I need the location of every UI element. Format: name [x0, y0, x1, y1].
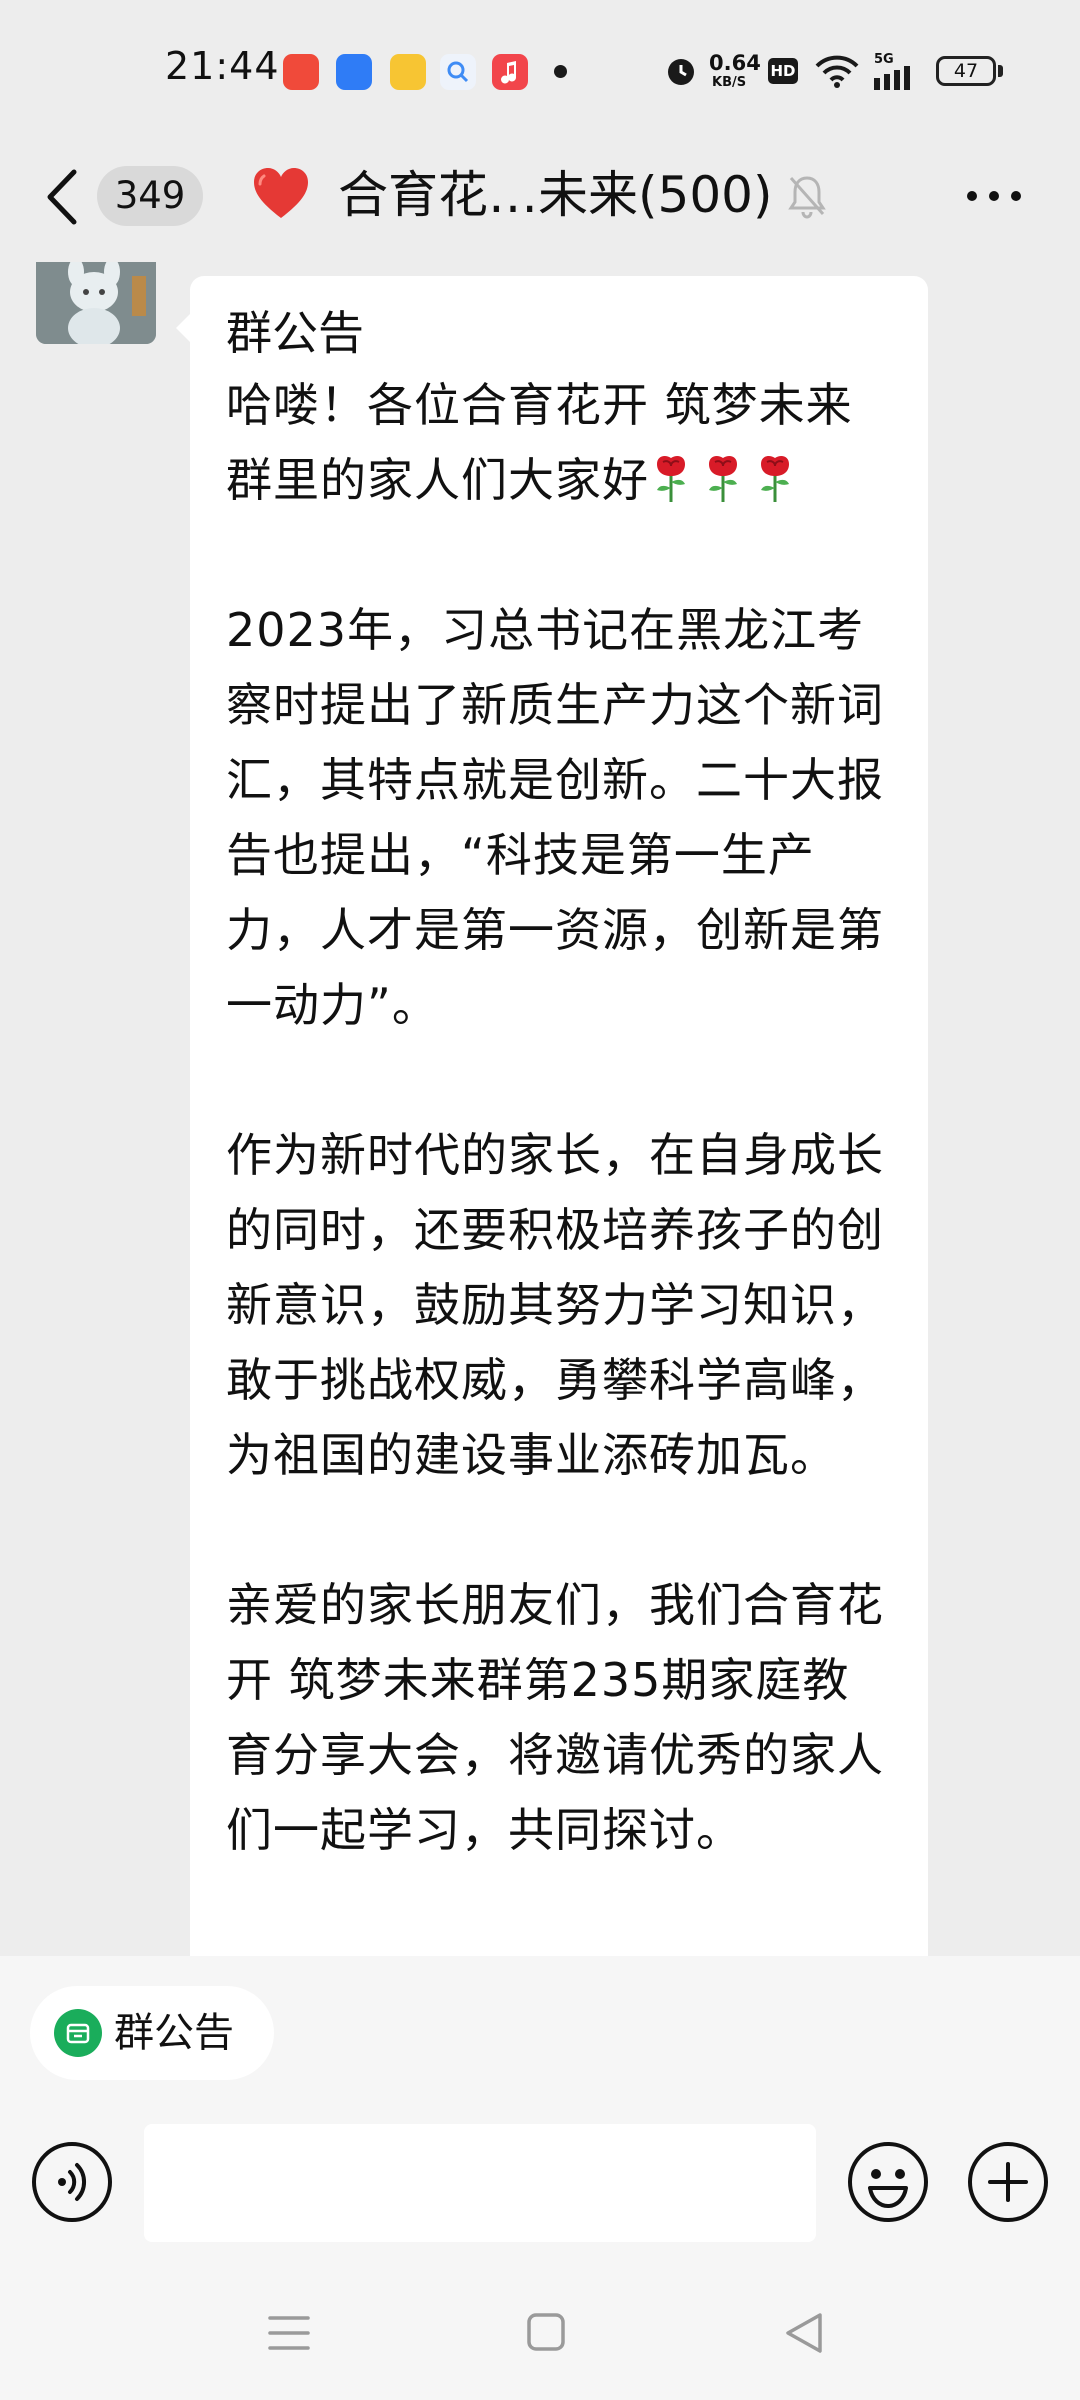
signal-icon	[874, 66, 910, 90]
message-title: 群公告	[226, 306, 364, 360]
avatar[interactable]	[36, 262, 156, 344]
back-arrow-icon[interactable]	[42, 166, 82, 228]
message-paragraph: 2023年，习总书记在黑龙江考察时提出了新质生产力这个新词汇，其特点就是创新。二…	[226, 603, 884, 1032]
status-time: 21:44	[165, 44, 280, 88]
status-bar: 21:44 0.64 KB/S HD 5G 47	[0, 0, 1080, 140]
plus-icon[interactable]	[966, 2140, 1050, 2224]
app-icon-search	[440, 54, 476, 90]
group-notice-chip[interactable]: 群公告	[30, 1986, 274, 2080]
more-dots-icon[interactable]	[964, 178, 1024, 214]
rose-icons	[649, 453, 805, 507]
bubble-tail	[176, 314, 190, 342]
app-icon-red	[283, 54, 319, 90]
notice-chip-label: 群公告	[114, 2010, 234, 2056]
unread-count-badge[interactable]: 349	[97, 166, 203, 226]
wifi-icon	[815, 55, 859, 88]
rose-icon	[761, 456, 789, 502]
hd-badge: HD	[768, 58, 798, 84]
menu-icon[interactable]	[266, 2312, 312, 2354]
message-input[interactable]	[144, 2124, 816, 2242]
net-speed-unit: KB/S	[712, 75, 747, 90]
message-greeting: 哈喽！各位合育花开 筑梦未来群里的家人们大家好	[226, 368, 892, 518]
emoji-icon[interactable]	[846, 2140, 930, 2224]
rose-icon	[709, 456, 737, 502]
mute-bell-icon	[788, 176, 826, 219]
alarm-icon	[668, 59, 694, 85]
notification-dot	[554, 65, 567, 78]
back-triangle-icon[interactable]	[782, 2310, 826, 2356]
notice-icon	[54, 2009, 102, 2057]
message-paragraph: 作为新时代的家长，在自身成长的同时，还要积极培养孩子的创新意识，鼓励其努力学习知…	[226, 1128, 884, 1482]
heart-icon	[254, 168, 308, 218]
app-icon-blue	[336, 54, 372, 90]
chat-title[interactable]: 合育花…未来(500)	[338, 164, 772, 226]
battery-indicator: 47	[936, 56, 996, 86]
app-icon-yellow	[390, 54, 426, 90]
home-square-icon[interactable]	[526, 2312, 566, 2352]
message-paragraph: 亲爱的家长朋友们，我们合育花开 筑梦未来群第235期家庭教育分享大会，将邀请优秀…	[226, 1578, 884, 1857]
message-bubble[interactable]: 群公告 哈喽！各位合育花开 筑梦未来群里的家人们大家好 2023年，习总书记在黑…	[190, 276, 928, 1956]
network-type: 5G	[874, 52, 894, 67]
battery-cap	[998, 65, 1003, 77]
net-speed-value: 0.64	[709, 51, 761, 75]
rose-icon	[657, 456, 685, 502]
voice-icon[interactable]	[30, 2140, 114, 2224]
app-icon-music	[492, 54, 528, 90]
chat-header: 349 合育花…未来(500)	[0, 140, 1080, 258]
chat-area[interactable]: 群公告 哈喽！各位合育花开 筑梦未来群里的家人们大家好 2023年，习总书记在黑…	[0, 258, 1080, 1956]
